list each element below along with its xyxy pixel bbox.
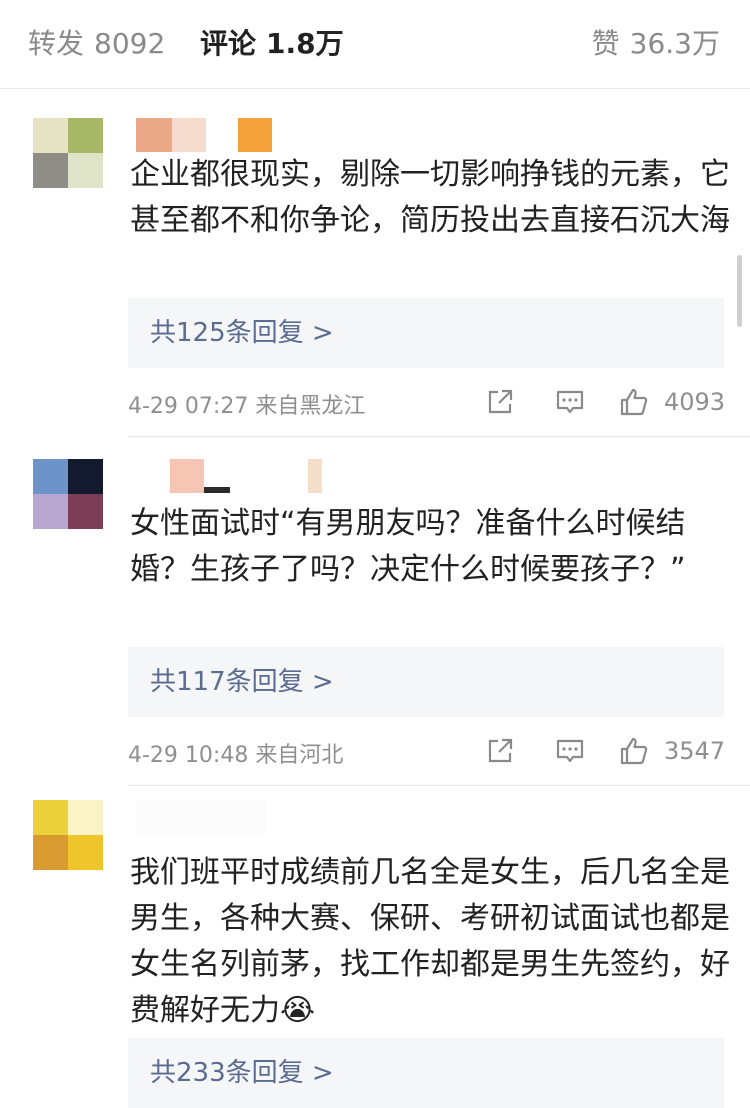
- share-icon[interactable]: [484, 735, 516, 767]
- replies-count-label: 共233条回复 >: [150, 1058, 334, 1088]
- avatar[interactable]: [33, 459, 103, 529]
- comment-content: 我们班平时成绩前几名全是女生，后几名全是男生，各种大赛、保研、考研初试面试也都是…: [130, 855, 730, 1028]
- thumbs-up-icon[interactable]: [618, 386, 650, 418]
- replies-link[interactable]: 共117条回复 >: [128, 647, 724, 717]
- replies-link[interactable]: 共233条回复 >: [128, 1038, 724, 1108]
- comment-time-location: 4-29 10:48 来自河北: [128, 743, 344, 768]
- avatar[interactable]: [33, 800, 103, 870]
- crying-emoji: 😭: [280, 993, 316, 1028]
- username-redacted[interactable]: [130, 118, 280, 154]
- avatar[interactable]: [33, 118, 103, 188]
- replies-link[interactable]: 共125条回复 >: [128, 298, 724, 368]
- comment-meta: 4-29 07:27 来自黑龙江 4093: [128, 382, 726, 422]
- tab-reposts-count: 8092: [94, 27, 166, 60]
- comment-text: 企业都很现实，剔除一切影响挣钱的元素，它甚至都不和你争论，简历投出去直接石沉大海: [130, 152, 730, 244]
- divider: [128, 436, 750, 437]
- replies-count-label: 共117条回复 >: [150, 667, 334, 697]
- username-redacted[interactable]: [130, 459, 330, 495]
- tab-reposts-label: 转发: [28, 27, 85, 60]
- comment-icon[interactable]: [554, 735, 586, 767]
- thumbs-up-icon[interactable]: [618, 735, 650, 767]
- tab-likes[interactable]: 赞 36.3万: [592, 24, 720, 64]
- tab-comments-label: 评论: [200, 27, 257, 60]
- tab-comments[interactable]: 评论 1.8万: [200, 24, 344, 64]
- tab-likes-label: 赞: [591, 27, 620, 60]
- tab-likes-count: 36.3万: [629, 27, 720, 60]
- like-count: 4093: [664, 388, 726, 416]
- tab-reposts[interactable]: 转发 8092: [28, 24, 165, 64]
- like-count: 3547: [664, 737, 726, 765]
- share-icon[interactable]: [484, 386, 516, 418]
- scrollbar[interactable]: [737, 255, 742, 327]
- username-redacted[interactable]: [130, 800, 280, 836]
- divider: [128, 785, 750, 786]
- comment-text: 我们班平时成绩前几名全是女生，后几名全是男生，各种大赛、保研、考研初试面试也都是…: [130, 850, 730, 1034]
- comment-content: 女性面试时“有男朋友吗？准备什么时候结婚？生孩子了吗？决定什么时候要孩子？”: [130, 506, 686, 587]
- comment-icon[interactable]: [554, 386, 586, 418]
- replies-count-label: 共125条回复 >: [150, 318, 334, 348]
- comment-time-location: 4-29 07:27 来自黑龙江: [128, 394, 366, 419]
- comment-content: 企业都很现实，剔除一切影响挣钱的元素，它甚至都不和你争论，简历投出去直接石沉大海: [130, 157, 730, 238]
- comment-tabs-bar: 转发 8092 评论 1.8万 赞 36.3万: [0, 0, 750, 89]
- comment-text: 女性面试时“有男朋友吗？准备什么时候结婚？生孩子了吗？决定什么时候要孩子？”: [130, 501, 730, 593]
- comment-meta: 4-29 10:48 来自河北 3547: [128, 731, 726, 771]
- tab-comments-count: 1.8万: [266, 27, 344, 60]
